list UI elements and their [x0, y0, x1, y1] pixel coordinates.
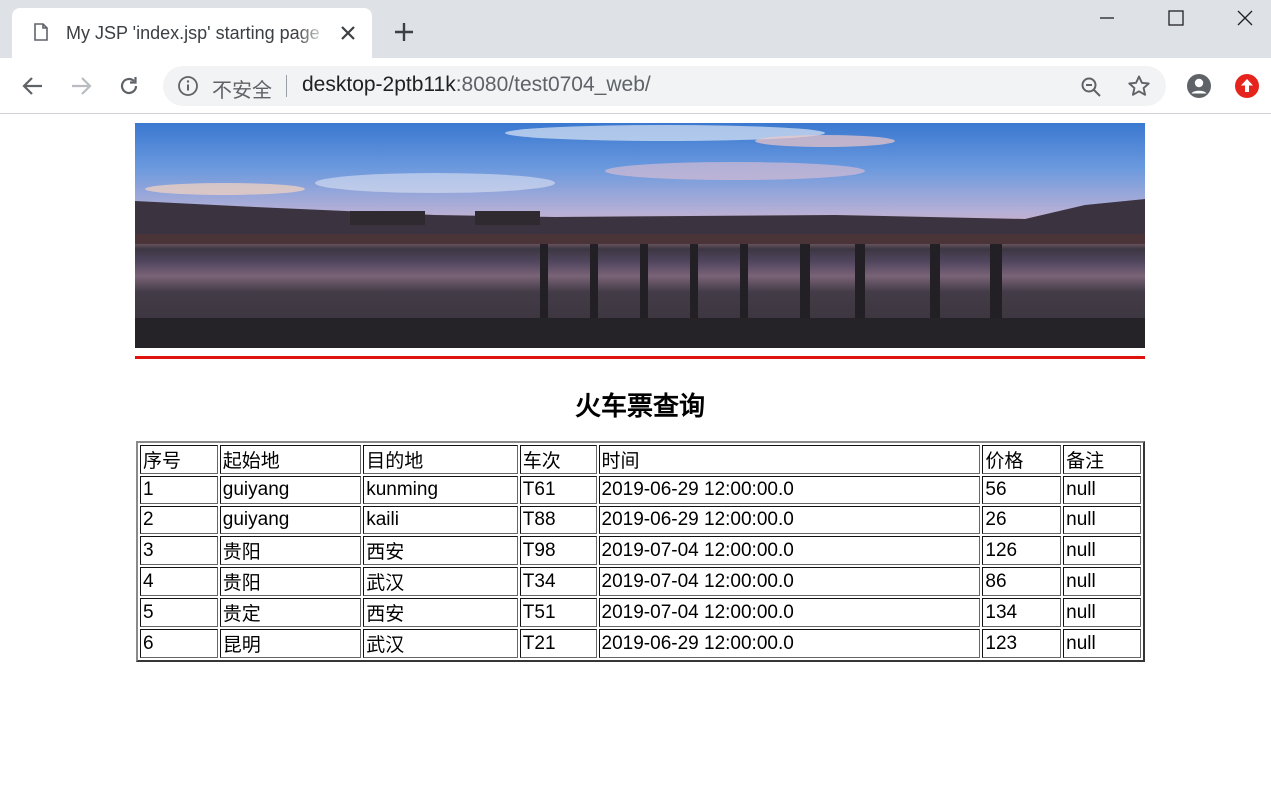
- tab-title: My JSP 'index.jsp' starting page: [66, 23, 320, 43]
- reload-button[interactable]: [115, 72, 143, 100]
- cell-destination: 武汉: [363, 629, 518, 658]
- cell-price: 134: [982, 598, 1062, 627]
- separator: [286, 75, 287, 97]
- header-index: 序号: [140, 445, 218, 474]
- header-train: 车次: [519, 445, 597, 474]
- cell-time: 2019-06-29 12:00:00.0: [598, 629, 981, 658]
- cell-time: 2019-07-04 12:00:00.0: [598, 567, 981, 596]
- document-icon: [34, 23, 48, 41]
- cell-train: T51: [519, 598, 597, 627]
- cell-destination: kaili: [363, 506, 518, 534]
- close-icon[interactable]: [338, 23, 358, 43]
- ticket-table: 序号 起始地 目的地 车次 时间 价格 备注 1 guiyang kunming…: [136, 441, 1145, 662]
- lake-bridge-scene: [135, 125, 1145, 348]
- cell-price: 126: [982, 536, 1062, 565]
- cell-index: 4: [140, 567, 218, 596]
- cell-origin: guiyang: [219, 506, 362, 534]
- table-row: 6 昆明 武汉 T21 2019-06-29 12:00:00.0 123 nu…: [140, 629, 1141, 658]
- cell-remark: null: [1063, 567, 1141, 596]
- table-row: 2 guiyang kaili T88 2019-06-29 12:00:00.…: [140, 506, 1141, 534]
- plus-icon[interactable]: [392, 20, 416, 44]
- cell-train: T98: [519, 536, 597, 565]
- cell-destination: 西安: [363, 536, 518, 565]
- table-row: 5 贵定 西安 T51 2019-07-04 12:00:00.0 134 nu…: [140, 598, 1141, 627]
- cell-remark: null: [1063, 536, 1141, 565]
- cell-index: 2: [140, 506, 218, 534]
- url-path: :8080/test0704_web/: [455, 73, 651, 96]
- cell-train: T34: [519, 567, 597, 596]
- minimize-icon: [1100, 17, 1114, 19]
- maximize-icon: [1168, 10, 1184, 26]
- cell-index: 1: [140, 476, 218, 504]
- table-header-row: 序号 起始地 目的地 车次 时间 价格 备注: [140, 445, 1141, 474]
- cell-remark: null: [1063, 476, 1141, 504]
- zoom-icon[interactable]: [1079, 75, 1103, 99]
- page-title: 火车票查询: [574, 392, 705, 422]
- address-bar[interactable]: 不安全 desktop-2ptb11k:8080/test0704_web/: [163, 66, 1166, 106]
- cell-index: 5: [140, 598, 218, 627]
- browser-toolbar: 不安全 desktop-2ptb11k:8080/test0704_web/: [0, 58, 1271, 114]
- banner-image: [135, 123, 1145, 348]
- back-icon: [22, 77, 42, 95]
- table-row: 1 guiyang kunming T61 2019-06-29 12:00:0…: [140, 476, 1141, 504]
- cell-price: 26: [982, 506, 1062, 534]
- cell-index: 6: [140, 629, 218, 658]
- header-price: 价格: [982, 445, 1062, 474]
- maximize-button[interactable]: [1153, 4, 1199, 32]
- cell-price: 56: [982, 476, 1062, 504]
- cell-train: T88: [519, 506, 597, 534]
- cell-train: T61: [519, 476, 597, 504]
- cell-train: T21: [519, 629, 597, 658]
- red-divider: [135, 356, 1145, 359]
- reload-icon: [120, 77, 138, 95]
- header-time: 时间: [598, 445, 981, 474]
- security-label[interactable]: 不安全: [212, 74, 272, 103]
- cell-index: 3: [140, 536, 218, 565]
- info-icon[interactable]: [177, 75, 199, 97]
- cell-time: 2019-07-04 12:00:00.0: [598, 536, 981, 565]
- back-button[interactable]: [19, 72, 47, 100]
- cell-origin: 贵定: [219, 598, 362, 627]
- header-origin: 起始地: [219, 445, 362, 474]
- profile-icon[interactable]: [1186, 73, 1212, 99]
- url-text[interactable]: desktop-2ptb11k:8080/test0704_web/: [302, 73, 651, 97]
- cell-time: 2019-07-04 12:00:00.0: [598, 598, 981, 627]
- cell-origin: 贵阳: [219, 536, 362, 565]
- cell-remark: null: [1063, 506, 1141, 534]
- cell-origin: guiyang: [219, 476, 362, 504]
- close-window-button[interactable]: [1222, 4, 1268, 32]
- header-destination: 目的地: [363, 445, 518, 474]
- cell-destination: 西安: [363, 598, 518, 627]
- cell-price: 86: [982, 567, 1062, 596]
- forward-button[interactable]: [67, 72, 95, 100]
- header-remark: 备注: [1063, 445, 1141, 474]
- close-window-icon: [1237, 10, 1253, 26]
- table-row: 4 贵阳 武汉 T34 2019-07-04 12:00:00.0 86 nul…: [140, 567, 1141, 596]
- browser-tab[interactable]: My JSP 'index.jsp' starting page: [12, 8, 372, 58]
- table-row: 3 贵阳 西安 T98 2019-07-04 12:00:00.0 126 nu…: [140, 536, 1141, 565]
- cell-destination: kunming: [363, 476, 518, 504]
- tab-strip: My JSP 'index.jsp' starting page: [0, 0, 1271, 58]
- cell-time: 2019-06-29 12:00:00.0: [598, 476, 981, 504]
- cell-price: 123: [982, 629, 1062, 658]
- cell-remark: null: [1063, 629, 1141, 658]
- minimize-button[interactable]: [1084, 4, 1130, 32]
- update-icon[interactable]: [1234, 73, 1260, 99]
- forward-icon: [72, 77, 92, 95]
- url-host: desktop-2ptb11k: [302, 73, 456, 96]
- cell-origin: 昆明: [219, 629, 362, 658]
- cell-destination: 武汉: [363, 567, 518, 596]
- star-icon[interactable]: [1127, 74, 1151, 98]
- cell-remark: null: [1063, 598, 1141, 627]
- cell-time: 2019-06-29 12:00:00.0: [598, 506, 981, 534]
- cell-origin: 贵阳: [219, 567, 362, 596]
